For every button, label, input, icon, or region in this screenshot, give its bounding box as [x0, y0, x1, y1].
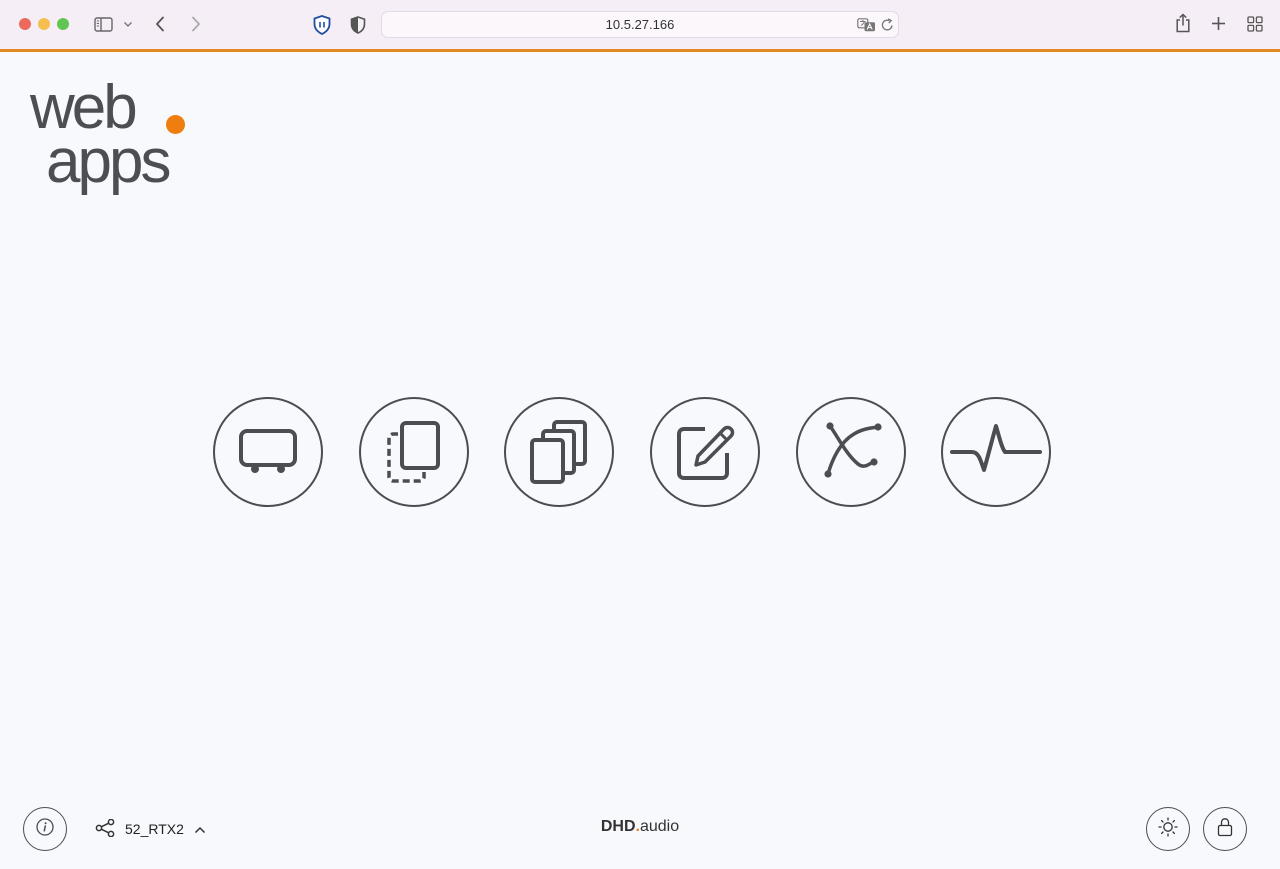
browser-toolbar: 10.5.27.166 — [0, 0, 1280, 49]
webapps-logo: web apps — [30, 72, 200, 202]
brightness-icon — [1158, 816, 1178, 842]
device-icon — [238, 428, 298, 476]
sidebar-toggle-icon[interactable] — [93, 15, 113, 33]
app-button-copy[interactable] — [359, 397, 469, 507]
close-window-button[interactable] — [19, 18, 31, 30]
password-manager-icon[interactable] — [312, 14, 332, 35]
app-button-edit[interactable] — [650, 397, 760, 507]
dhd-audio-brand: DHD.audio — [540, 818, 740, 836]
device-name: 52_RTX2 — [125, 821, 184, 837]
app-button-device[interactable] — [213, 397, 323, 507]
logo-word-apps: apps — [46, 127, 171, 196]
app-button-pulse[interactable] — [941, 397, 1051, 507]
share-icon[interactable] — [1174, 12, 1192, 34]
brightness-button[interactable] — [1146, 807, 1190, 851]
chevron-down-icon[interactable] — [122, 18, 134, 30]
info-button[interactable] — [23, 807, 67, 851]
app-button-stack[interactable] — [504, 397, 614, 507]
minimize-window-button[interactable] — [38, 18, 50, 30]
new-tab-icon[interactable] — [1210, 15, 1227, 32]
brand-suffix: audio — [639, 818, 680, 835]
pulse-icon — [948, 422, 1044, 482]
zoom-window-button[interactable] — [57, 18, 69, 30]
lock-button[interactable] — [1203, 807, 1247, 851]
page-accent-line — [0, 49, 1280, 52]
forward-icon[interactable] — [189, 14, 203, 34]
device-selector[interactable]: 52_RTX2 — [95, 818, 206, 840]
edit-icon — [674, 421, 736, 483]
network-share-icon — [95, 818, 115, 840]
logo-dot — [166, 115, 185, 134]
address-bar[interactable]: 10.5.27.166 — [381, 11, 899, 38]
app-button-curve[interactable] — [796, 397, 906, 507]
stack-pages-icon — [528, 420, 590, 484]
curve-icon — [820, 422, 882, 482]
privacy-shield-icon[interactable] — [349, 15, 367, 34]
lock-icon — [1217, 817, 1233, 842]
back-icon[interactable] — [153, 14, 167, 34]
app-launcher-row — [213, 397, 1053, 507]
chevron-up-icon — [194, 821, 206, 837]
copy-dashed-icon — [385, 420, 443, 484]
url-text: 10.5.27.166 — [605, 17, 675, 32]
info-icon — [36, 817, 54, 841]
tab-overview-icon[interactable] — [1246, 15, 1263, 32]
translate-icon[interactable] — [856, 16, 876, 33]
brand-main: DHD — [600, 818, 636, 835]
reload-icon[interactable] — [880, 17, 895, 33]
